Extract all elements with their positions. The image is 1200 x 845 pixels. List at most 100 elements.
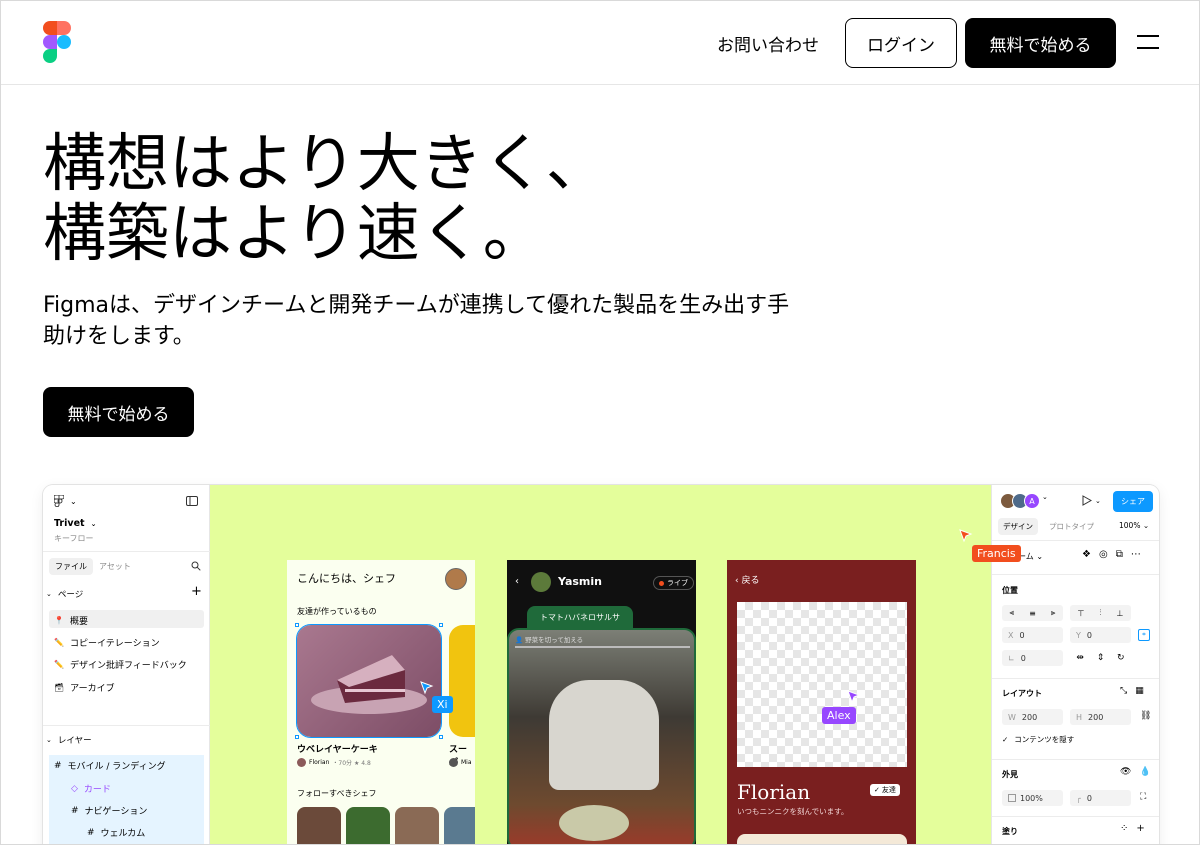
rotate-icon[interactable]: ↻	[1117, 653, 1125, 663]
component-icon[interactable]: ❖	[1082, 549, 1091, 560]
contact-link[interactable]: お問い合わせ	[717, 31, 819, 56]
y-field[interactable]: Y 0	[1070, 627, 1131, 643]
cooking-video[interactable]: 👤 野菜を切って加える	[507, 628, 696, 844]
site-header: お問い合わせ ログイン 無料で始める	[1, 1, 1199, 85]
frame-hash-icon: #	[87, 827, 95, 838]
height-field[interactable]: H 200	[1070, 709, 1131, 725]
sidebar-toggle-icon[interactable]	[186, 496, 198, 506]
start-free-button[interactable]: 無料で始める	[965, 18, 1116, 68]
selection-handle[interactable]	[295, 735, 299, 739]
tab-assets[interactable]: アセット	[99, 561, 131, 572]
image-placeholder[interactable]	[737, 602, 907, 767]
resize-to-fit-icon[interactable]: ⤡	[1120, 686, 1127, 696]
back-chevron-icon[interactable]: ‹	[515, 576, 519, 587]
hamburger-menu-icon[interactable]	[1137, 35, 1159, 49]
layers-header[interactable]: ⌄ レイヤー	[46, 734, 92, 746]
zoom-value: 100%	[1119, 521, 1141, 530]
page-item-archive[interactable]: 🗃 アーカイブ	[54, 681, 115, 694]
page-item-label: 概要	[69, 617, 88, 627]
layer-item-card[interactable]: ◇ カード	[71, 782, 111, 796]
cursor-arrow-icon	[420, 681, 434, 695]
left-panel: ⌄ Trivet ⌄ キーフロー ファイル アセット ⌄ ページ + 📍 概要	[43, 485, 210, 844]
duplicate-icon[interactable]: ⧉	[1116, 549, 1123, 560]
selection-handle[interactable]	[439, 623, 443, 627]
layer-item-navigation[interactable]: # ナビゲーション	[71, 804, 147, 818]
main-menu[interactable]: ⌄	[54, 495, 77, 507]
frame-actions: ❖ ◎ ⧉ ⋯	[1082, 549, 1141, 560]
clip-content-checkbox[interactable]: ✓ コンテンツを隠す	[1002, 734, 1074, 745]
x-field[interactable]: X 0	[1002, 627, 1063, 643]
align-center-h-icon[interactable]: ≡	[1029, 609, 1036, 618]
back-label: 戻る	[741, 576, 760, 586]
flip-vertical-icon[interactable]: ⇕	[1097, 653, 1105, 663]
page-item-design-critique[interactable]: ✏️ デザイン批評フィードバック	[54, 658, 187, 671]
share-button[interactable]: シェア	[1113, 491, 1153, 512]
vertical-align-group[interactable]: ⊤ ⫶ ⊥	[1070, 605, 1131, 621]
add-fill-icon[interactable]: +	[1136, 823, 1144, 834]
zoom-level[interactable]: 100% ⌄	[1119, 521, 1149, 530]
page-frame: お問い合わせ ログイン 無料で始める 構想はより大きく、 構築はより速く。 Fi…	[0, 0, 1200, 845]
avatar[interactable]	[445, 568, 467, 590]
chef-avatar[interactable]	[444, 807, 475, 844]
chevron-down-icon: ⌄	[90, 519, 97, 528]
hero-start-free-button[interactable]: 無料で始める	[43, 387, 194, 437]
hero-title: 構想はより大きく、 構築はより速く。	[43, 129, 609, 269]
corner-radius-value: 0	[1086, 793, 1092, 803]
tab-prototype[interactable]: プロトタイプ	[1049, 521, 1094, 532]
tab-design[interactable]: デザイン	[998, 518, 1038, 535]
auto-layout-icon[interactable]: ▦	[1135, 686, 1144, 696]
layer-item-welcome[interactable]: # ウェルカム	[87, 826, 145, 840]
align-left-icon[interactable]: ⫷	[1010, 608, 1015, 618]
styles-grid-icon[interactable]: ⁘	[1120, 823, 1128, 834]
align-bottom-icon[interactable]: ⊥	[1117, 609, 1124, 618]
page-item-copy-iteration[interactable]: ✏️ コピーイテレーション	[54, 636, 160, 649]
second-dish-image[interactable]	[449, 625, 475, 737]
page-item-overview[interactable]: 📍 概要	[54, 614, 88, 627]
rotation-field[interactable]: ∟ 0	[1002, 650, 1063, 666]
hero-title-line-2: 構築はより速く。	[43, 197, 546, 270]
layer-item-mobile-landing[interactable]: # モバイル / ランディング	[54, 759, 166, 773]
more-icon[interactable]: ⋯	[1131, 549, 1141, 560]
fill-section-title: 塗り	[1002, 827, 1018, 836]
tab-file[interactable]: ファイル	[49, 558, 93, 575]
corner-radius-field[interactable]: ╭ 0	[1070, 790, 1131, 806]
present-button[interactable]: ⌄	[1082, 495, 1101, 506]
friend-badge[interactable]: ✓ 友達	[870, 784, 900, 796]
align-middle-icon[interactable]: ⫶	[1099, 608, 1101, 618]
eye-icon[interactable]: 👁	[1120, 767, 1131, 777]
horizontal-align-group[interactable]: ⫷ ≡ ⫸	[1002, 605, 1063, 621]
design-canvas[interactable]: こんにちは、シェフ 友達が作っているもの ウベレイヤーケーキ スー Floria…	[210, 485, 991, 844]
figma-logo-icon[interactable]	[43, 21, 71, 63]
align-top-icon[interactable]: ⊤	[1078, 609, 1085, 618]
search-icon[interactable]	[191, 561, 201, 571]
right-panel: A ⌄ ⌄ シェア デザイン プロトタイプ 100% ⌄ フレーム ⌄ ❖ ◎	[991, 485, 1159, 844]
divider	[43, 725, 210, 726]
chef-avatar[interactable]	[395, 807, 439, 844]
frame-hash-icon: #	[71, 805, 79, 816]
constrain-proportions-icon[interactable]: ⛓	[1140, 711, 1151, 721]
opacity-field[interactable]: 100%	[1002, 790, 1063, 806]
width-field[interactable]: W 200	[1002, 709, 1063, 725]
chef-avatar[interactable]	[297, 807, 341, 844]
align-right-icon[interactable]: ⫸	[1051, 608, 1056, 618]
step-label: 👤 野菜を切って加える	[515, 634, 583, 644]
file-name[interactable]: Trivet ⌄	[54, 518, 96, 529]
selection-handle[interactable]	[295, 623, 299, 627]
constraints-icon[interactable]: ⌗	[1138, 629, 1150, 641]
login-button[interactable]: ログイン	[845, 18, 957, 68]
pages-header[interactable]: ⌄ ページ	[46, 588, 83, 600]
back-button[interactable]: ‹ 戻る	[735, 573, 760, 586]
add-page-icon[interactable]: +	[191, 584, 202, 599]
mobile-screen-live[interactable]: ‹ Yasmin ライブ トマトハバネロサルサ 👤 野菜を切って加える	[507, 560, 696, 844]
collaborator-avatars[interactable]: A ⌄	[1000, 493, 1048, 509]
droplet-icon[interactable]: 💧	[1139, 767, 1150, 777]
selection-handle[interactable]	[439, 735, 443, 739]
flip-horizontal-icon[interactable]: ⇹	[1076, 653, 1084, 663]
individual-corners-icon[interactable]: ⛶	[1140, 792, 1146, 802]
mobile-screen-profile[interactable]: ‹ 戻る Florian ✓ 友達 いつもニンニクを刻んでいます。	[727, 560, 916, 844]
x-value: 0	[1019, 630, 1025, 640]
archive-box-icon: 🗃	[54, 683, 65, 692]
recipe-title: トマトハバネロサルサ	[527, 606, 633, 628]
mask-icon[interactable]: ◎	[1099, 549, 1108, 560]
chef-avatar[interactable]	[346, 807, 390, 844]
